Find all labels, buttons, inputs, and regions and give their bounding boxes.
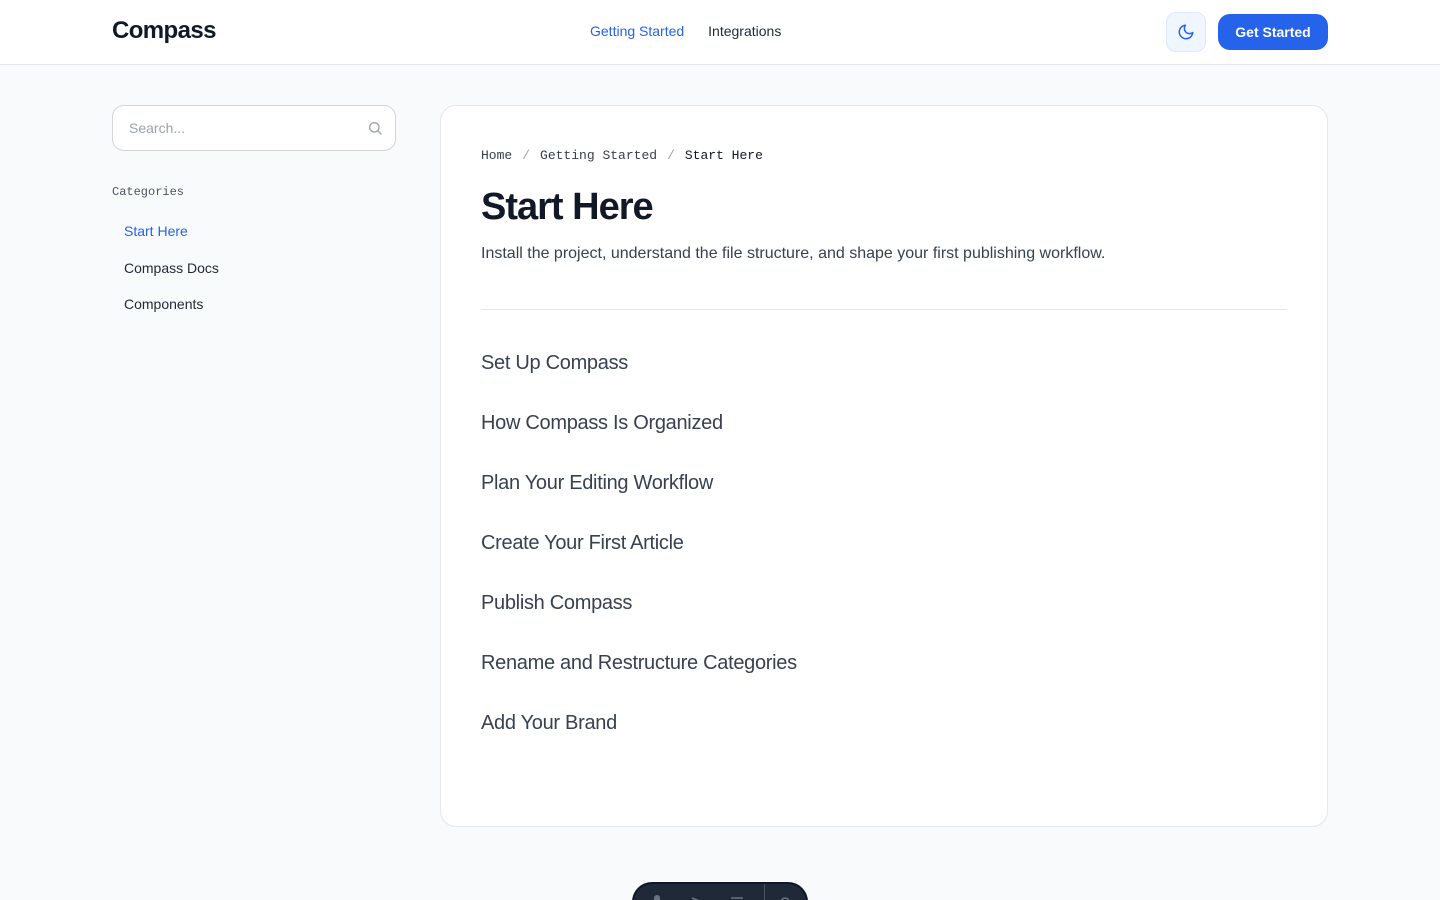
- floating-toolbar[interactable]: [632, 882, 808, 900]
- list-item: Add Your Brand: [481, 712, 797, 772]
- nav-getting-started[interactable]: Getting Started: [590, 23, 684, 39]
- page-description: Install the project, understand the file…: [481, 245, 1106, 262]
- breadcrumb-current: Start Here: [684, 148, 763, 163]
- article-list: Set Up Compass How Compass Is Organized …: [481, 352, 797, 772]
- toolbar-menu-icon[interactable]: [730, 894, 744, 900]
- content-card: Home / Getting Started / Start Here Star…: [440, 105, 1328, 827]
- search-input[interactable]: [129, 106, 359, 150]
- list-item: Create Your First Article: [481, 532, 797, 592]
- article-link-add-your-brand[interactable]: Add Your Brand: [481, 712, 617, 734]
- toolbar-pointer-icon[interactable]: [690, 894, 704, 900]
- list-item: How Compass Is Organized: [481, 412, 797, 472]
- breadcrumb-getting-started[interactable]: Getting Started: [540, 148, 657, 163]
- toolbar-settings-icon[interactable]: [778, 894, 792, 900]
- top-header: Compass Getting Started Integrations Get…: [0, 0, 1440, 65]
- list-item: Set Up Compass: [481, 352, 797, 412]
- article-link-set-up-compass[interactable]: Set Up Compass: [481, 352, 628, 374]
- breadcrumb-home[interactable]: Home: [481, 148, 512, 163]
- article-link-create-first-article[interactable]: Create Your First Article: [481, 532, 684, 554]
- sidebar-item-start-here[interactable]: Start Here: [124, 223, 219, 260]
- article-link-plan-editing-workflow[interactable]: Plan Your Editing Workflow: [481, 472, 713, 494]
- divider: [481, 309, 1287, 310]
- list-item: Plan Your Editing Workflow: [481, 472, 797, 532]
- theme-toggle-button[interactable]: [1166, 12, 1206, 52]
- search-icon[interactable]: [367, 120, 383, 136]
- get-started-button[interactable]: Get Started: [1218, 14, 1328, 50]
- breadcrumb-separator: /: [667, 148, 675, 163]
- article-link-how-compass-is-organized[interactable]: How Compass Is Organized: [481, 412, 723, 434]
- toolbar-separator: [764, 884, 765, 900]
- article-link-publish-compass[interactable]: Publish Compass: [481, 592, 632, 614]
- list-item: Publish Compass: [481, 592, 797, 652]
- page-title: Start Here: [481, 186, 654, 228]
- brand-logo[interactable]: Compass: [112, 17, 216, 45]
- search-box: [112, 105, 396, 151]
- category-list: Start Here Compass Docs Components: [124, 223, 219, 333]
- breadcrumb-separator: /: [522, 148, 531, 163]
- moon-icon: [1178, 24, 1194, 40]
- article-link-rename-restructure[interactable]: Rename and Restructure Categories: [481, 652, 797, 674]
- categories-heading: Categories: [112, 185, 185, 199]
- toolbar-tool-icon[interactable]: [650, 894, 664, 900]
- top-nav: Getting Started Integrations: [590, 23, 781, 39]
- sidebar-item-compass-docs[interactable]: Compass Docs: [124, 260, 219, 297]
- nav-integrations[interactable]: Integrations: [708, 23, 781, 39]
- breadcrumb: Home / Getting Started / Start Here: [481, 148, 763, 163]
- sidebar-item-components[interactable]: Components: [124, 296, 219, 333]
- list-item: Rename and Restructure Categories: [481, 652, 797, 712]
